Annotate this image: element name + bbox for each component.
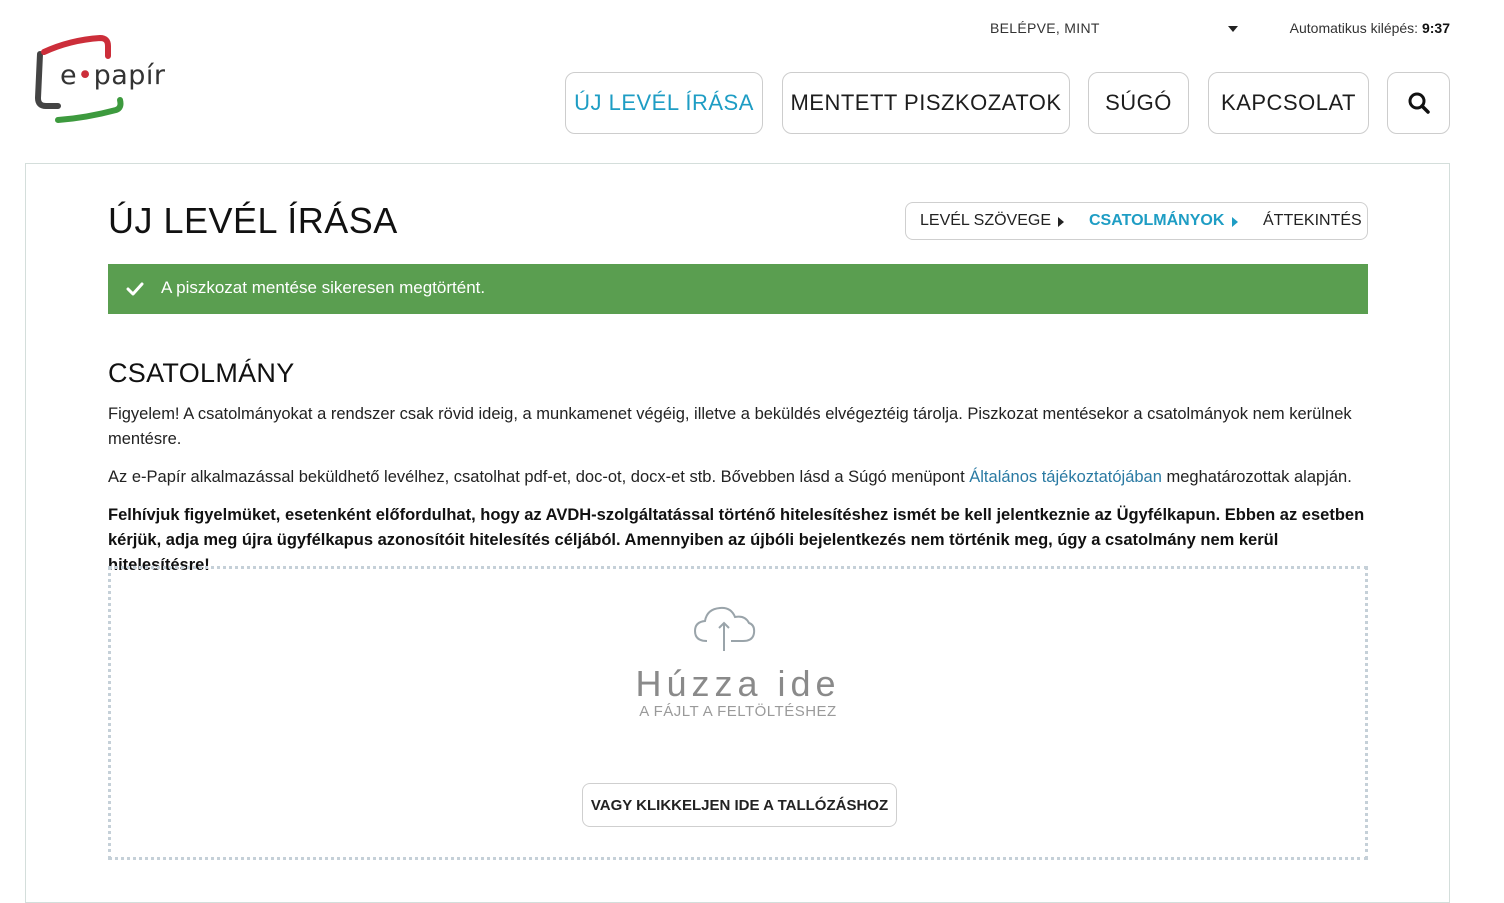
auto-logout-time: 9:37	[1421, 20, 1450, 36]
step-letter-text[interactable]: LEVÉL SZÖVEGE	[920, 212, 1051, 230]
attachment-info-text: Az e-Papír alkalmazással beküldhető levé…	[108, 465, 1368, 490]
cloud-upload-icon	[693, 606, 756, 651]
check-icon	[126, 282, 144, 296]
step-arrow-icon	[1058, 217, 1064, 227]
attachment-info-before: Az e-Papír alkalmazással beküldhető levé…	[108, 468, 970, 486]
logo-text-suffix: papír	[93, 60, 166, 91]
dropzone-title: Húzza ide	[635, 663, 841, 704]
nav-new-letter[interactable]: ÚJ LEVÉL ÍRÁSA	[565, 72, 763, 134]
dropzone-subtitle: A FÁJLT A FELTÖLTÉSHEZ	[639, 703, 837, 720]
file-dropzone[interactable]: Húzza ide A FÁJLT A FELTÖLTÉSHEZ VAGY KL…	[108, 566, 1368, 860]
page-title: ÚJ LEVÉL ÍRÁSA	[108, 200, 398, 241]
epapir-logo[interactable]: e•papír	[30, 34, 170, 126]
step-attachments[interactable]: CSATOLMÁNYOK	[1089, 212, 1224, 230]
attachment-info-after: meghatározottak alapján.	[1161, 468, 1352, 486]
auto-logout-label: Automatikus kilépés:	[1289, 20, 1419, 36]
step-arrow-icon	[1232, 217, 1238, 227]
section-title: CSATOLMÁNY	[108, 358, 295, 388]
nav-saved-drafts[interactable]: MENTETT PISZKOZATOK	[782, 72, 1070, 134]
step-breadcrumb: LEVÉL SZÖVEGE CSATOLMÁNYOK ÁTTEKINTÉS	[905, 202, 1368, 240]
search-button[interactable]	[1387, 72, 1450, 134]
top-bar: BELÉPVE, MINT Automatikus kilépés: 9:37	[0, 18, 1504, 40]
nav-contact[interactable]: KAPCSOLAT	[1208, 72, 1369, 134]
success-alert: A piszkozat mentése sikeresen megtörtént…	[108, 264, 1368, 314]
logo-text-prefix: e	[60, 60, 78, 91]
logo-text: e•papír	[60, 60, 166, 91]
user-menu-caret-icon[interactable]	[1228, 26, 1238, 32]
step-overview[interactable]: ÁTTEKINTÉS	[1263, 212, 1362, 230]
logo-text-dot: •	[77, 60, 94, 91]
alert-text: A piszkozat mentése sikeresen megtörtént…	[161, 278, 486, 297]
auto-logout: Automatikus kilépés: 9:37	[1290, 20, 1450, 36]
nav-help[interactable]: SÚGÓ	[1088, 72, 1189, 134]
logged-in-label: BELÉPVE, MINT	[990, 20, 1100, 36]
attachment-warning-text: Figyelem! A csatolmányokat a rendszer cs…	[108, 405, 1352, 448]
search-icon	[1408, 92, 1430, 114]
general-info-link[interactable]: Általános tájékoztatójában	[969, 468, 1162, 486]
browse-button[interactable]: VAGY KLIKKELJEN IDE A TALLÓZÁSHOZ	[582, 783, 897, 827]
